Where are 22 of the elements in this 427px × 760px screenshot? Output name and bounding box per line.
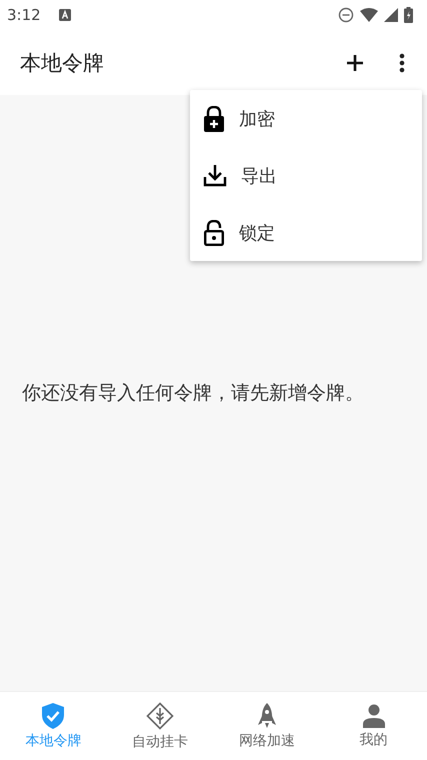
status-time: 3:12 — [7, 6, 41, 24]
notification-icon — [58, 9, 71, 21]
person-icon — [362, 704, 385, 728]
download-icon — [203, 164, 227, 186]
battery-icon — [404, 7, 413, 23]
menu-item[interactable]: 加密 — [190, 90, 422, 147]
nav-tab[interactable]: 本地令牌 — [0, 692, 107, 760]
lock-plus-icon — [203, 106, 225, 132]
shield-check-icon — [42, 702, 64, 728]
signal-icon — [384, 8, 398, 22]
nav-tab[interactable]: 我的 — [320, 692, 427, 760]
wifi-icon — [360, 8, 378, 22]
menu-item[interactable]: 导出 — [190, 147, 422, 204]
wheat-diamond-icon — [146, 702, 174, 730]
nav-tab[interactable]: 网络加速 — [214, 692, 320, 760]
menu-item[interactable]: 锁定 — [190, 204, 422, 261]
nav-tab[interactable]: 自动挂卡 — [106, 692, 214, 760]
do-not-disturb-icon — [338, 7, 354, 23]
app-title: 本地令牌 — [20, 50, 104, 76]
empty-message: 你还没有导入任何令牌，请先新增令牌。 — [22, 381, 364, 406]
unlocked-padlock-icon — [203, 220, 225, 246]
rocket-icon — [256, 702, 278, 728]
